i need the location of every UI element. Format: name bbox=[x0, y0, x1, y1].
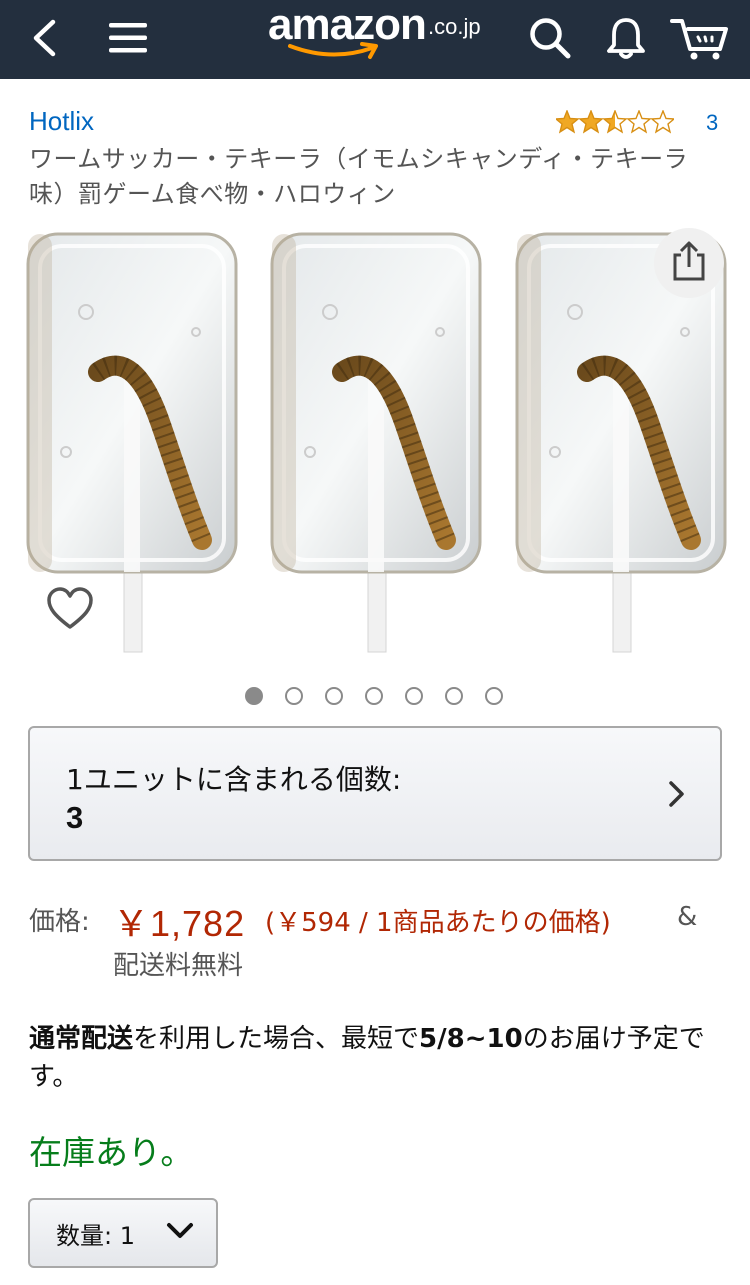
delivery-info: 通常配送を利用した場合、最短で5/8~10のお届け予定です。 bbox=[29, 1020, 729, 1096]
rating-stars bbox=[556, 110, 674, 134]
product-title: ワームサッカー・テキーラ（イモムシキャンディ・テキーラ味）罰ゲーム食べ物・ハロウ… bbox=[29, 145, 689, 208]
notifications-button[interactable] bbox=[598, 0, 654, 79]
logo-smile-icon bbox=[288, 42, 378, 59]
bell-icon bbox=[605, 15, 647, 65]
product-image-gallery[interactable] bbox=[0, 222, 750, 662]
pagination-dot[interactable] bbox=[325, 687, 343, 705]
pagination-dot[interactable] bbox=[485, 687, 503, 705]
logo-tld: .co.jp bbox=[428, 14, 481, 39]
rating-count[interactable]: 3 bbox=[706, 110, 718, 136]
shipping-info: 配送料無料 bbox=[113, 951, 244, 981]
image-pagination bbox=[245, 687, 503, 705]
price-value: ￥1,782 bbox=[113, 903, 246, 944]
share-button[interactable] bbox=[654, 228, 724, 298]
quantity-label: 数量: bbox=[56, 1221, 113, 1250]
pagination-dot[interactable] bbox=[285, 687, 303, 705]
brand-link[interactable]: Hotlix bbox=[29, 106, 94, 137]
pagination-dot[interactable] bbox=[445, 687, 463, 705]
amazon-logo[interactable]: amazon .co.jp bbox=[268, 0, 498, 72]
menu-icon bbox=[108, 21, 148, 59]
top-nav-bar: amazon .co.jp bbox=[0, 0, 750, 79]
price-per-unit: (￥594 / 1商品あたりの価格) bbox=[265, 908, 611, 938]
chevron-right-icon bbox=[668, 780, 686, 812]
product-image bbox=[0, 222, 750, 662]
wishlist-button[interactable] bbox=[44, 585, 96, 637]
price-label: 価格: bbox=[29, 907, 90, 937]
share-icon bbox=[671, 241, 707, 285]
cart-button[interactable] bbox=[664, 0, 736, 79]
stock-status: 在庫あり。 bbox=[29, 1133, 194, 1172]
delivery-date: 5/8~10 bbox=[419, 1024, 523, 1054]
unit-count-selector[interactable]: 1ユニットに含まれる個数: 3 bbox=[28, 726, 722, 861]
unit-count-label: 1ユニットに含まれる個数: bbox=[66, 763, 402, 796]
pagination-dot[interactable] bbox=[405, 687, 423, 705]
pagination-dot-active[interactable] bbox=[245, 687, 263, 705]
menu-button[interactable] bbox=[102, 0, 154, 79]
quantity-dropdown[interactable]: 数量: 1 bbox=[28, 1198, 218, 1268]
stars-icon bbox=[556, 110, 674, 134]
cart-icon bbox=[670, 15, 730, 65]
pagination-dot[interactable] bbox=[365, 687, 383, 705]
delivery-type: 通常配送 bbox=[29, 1024, 134, 1054]
search-button[interactable] bbox=[522, 0, 578, 79]
heart-icon bbox=[46, 587, 94, 635]
quantity-value: 1 bbox=[119, 1221, 136, 1250]
delivery-text-1: を利用した場合、最短で bbox=[133, 1024, 420, 1054]
back-button[interactable] bbox=[22, 0, 66, 79]
back-icon bbox=[31, 18, 57, 62]
rating-widget[interactable]: 3 bbox=[556, 110, 718, 135]
search-icon bbox=[528, 16, 572, 64]
chevron-down-icon bbox=[166, 1222, 194, 1244]
price-ampersand: & bbox=[677, 902, 698, 932]
unit-count-value: 3 bbox=[66, 800, 84, 835]
